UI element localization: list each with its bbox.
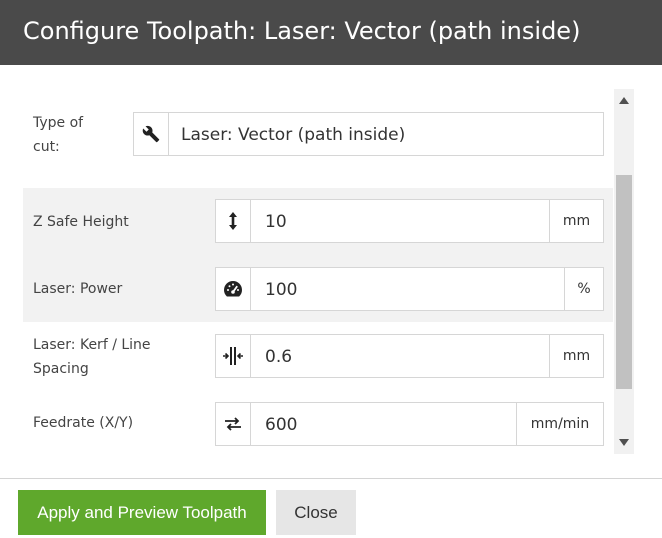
laser-power-field[interactable]: 100 % <box>215 267 604 311</box>
z-safe-height-label: Z Safe Height <box>33 214 129 230</box>
toolpath-form: Type of cut: Laser: Vector (path inside)… <box>23 91 613 455</box>
laser-power-label: Laser: Power <box>33 281 123 297</box>
apply-preview-button[interactable]: Apply and Preview Toolpath <box>18 490 266 535</box>
close-button[interactable]: Close <box>276 490 356 535</box>
vertical-arrows-icon <box>216 200 251 242</box>
feedrate-unit: mm/min <box>516 403 603 445</box>
kerf-icon <box>216 335 251 377</box>
feedrate-row: Feedrate (X/Y) 600 mm/min <box>23 389 613 455</box>
form-scrollbar[interactable] <box>614 89 634 454</box>
scroll-down-arrow-icon[interactable] <box>619 439 629 446</box>
laser-kerf-row: Laser: Kerf / Line Spacing 0.6 mm <box>23 322 613 389</box>
swap-arrows-icon <box>216 403 251 445</box>
laser-kerf-label: Laser: Kerf / Line Spacing <box>33 337 151 377</box>
laser-power-input[interactable]: 100 <box>265 268 297 312</box>
type-of-cut-value: Laser: Vector (path inside) <box>181 125 406 145</box>
feedrate-field[interactable]: 600 mm/min <box>215 402 604 446</box>
type-of-cut-select[interactable]: Laser: Vector (path inside) <box>133 112 604 156</box>
laser-kerf-input[interactable]: 0.6 <box>265 335 292 379</box>
gauge-icon <box>216 268 251 310</box>
laser-power-row: Laser: Power 100 % <box>23 255 613 322</box>
laser-kerf-field[interactable]: 0.6 mm <box>215 334 604 378</box>
footer-divider <box>0 478 662 479</box>
feedrate-input[interactable]: 600 <box>265 403 297 447</box>
laser-power-unit: % <box>564 268 603 310</box>
dialog-title-bar: Configure Toolpath: Laser: Vector (path … <box>0 0 662 65</box>
laser-kerf-unit: mm <box>549 335 603 377</box>
dialog-title: Configure Toolpath: Laser: Vector (path … <box>23 17 581 45</box>
type-of-cut-row: Type of cut: Laser: Vector (path inside) <box>23 91 613 188</box>
wrench-icon <box>134 113 169 155</box>
z-safe-height-field[interactable]: 10 mm <box>215 199 604 243</box>
type-of-cut-label: Type of cut: <box>33 115 84 155</box>
z-safe-height-unit: mm <box>549 200 603 242</box>
feedrate-label: Feedrate (X/Y) <box>33 415 134 431</box>
scroll-up-arrow-icon[interactable] <box>619 97 629 104</box>
z-safe-height-row: Z Safe Height 10 mm <box>23 188 613 255</box>
scrollbar-thumb[interactable] <box>616 175 632 389</box>
z-safe-height-input[interactable]: 10 <box>265 200 287 244</box>
